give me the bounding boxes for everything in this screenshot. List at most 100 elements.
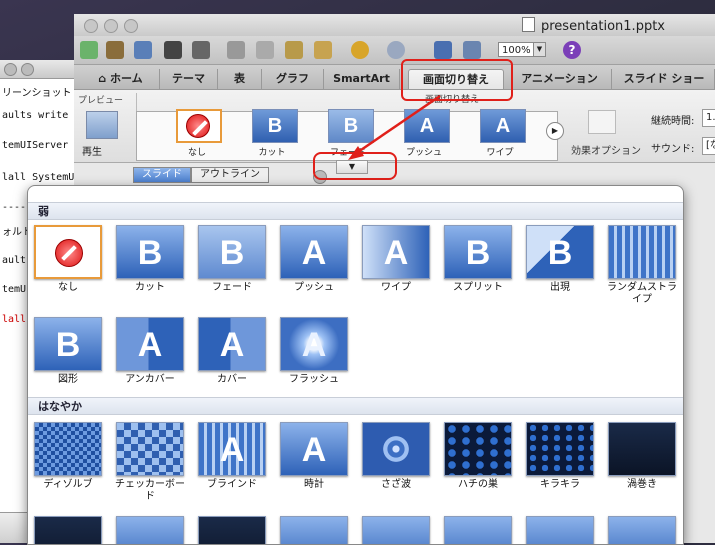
- transition-partial[interactable]: [524, 516, 596, 544]
- transition-partial[interactable]: [606, 516, 678, 544]
- transition-dissolve[interactable]: ディゾルブ: [32, 422, 104, 491]
- play-preview-icon[interactable]: [86, 111, 118, 139]
- transition-partial[interactable]: [196, 516, 268, 544]
- open-icon[interactable]: [134, 41, 152, 59]
- sound-select[interactable]: [なし]: [702, 137, 715, 155]
- tab-themes[interactable]: テーマ: [160, 69, 218, 89]
- transition-thumb: [444, 516, 512, 544]
- window-title-text: presentation1.pptx: [541, 19, 665, 34]
- effect-options-label: 効果オプション: [571, 146, 641, 157]
- transition-thumb: [34, 422, 102, 476]
- terminal-line: aults write c: [2, 110, 81, 121]
- a-glyph-icon: A: [301, 234, 327, 272]
- terminal-line: リーンショット: [2, 88, 72, 99]
- chevron-down-icon[interactable]: ▼: [533, 43, 545, 56]
- transition-cover[interactable]: A カバー: [196, 317, 268, 386]
- transition-flash[interactable]: A フラッシュ: [278, 317, 350, 386]
- transition-thumb: B: [526, 225, 594, 279]
- tab-home[interactable]: ⌂ ホーム: [82, 69, 160, 89]
- transition-blinds[interactable]: A ブラインド: [196, 422, 268, 491]
- transition-partial[interactable]: [360, 516, 432, 544]
- transition-label: キラキラ: [540, 479, 580, 490]
- transition-partial[interactable]: [442, 516, 514, 544]
- transition-thumb: B: [34, 317, 102, 371]
- transition-label: カット: [135, 282, 165, 293]
- zoom-button[interactable]: [124, 19, 138, 33]
- transition-clock[interactable]: A 時計: [278, 422, 350, 491]
- transition-thumb: [526, 422, 594, 476]
- tab-label: ホーム: [110, 72, 143, 85]
- format-painter-icon[interactable]: [314, 41, 332, 59]
- ribbon-thumb-cut[interactable]: B: [252, 109, 298, 143]
- slide-sorter-icon[interactable]: [463, 41, 481, 59]
- transition-checkerboard[interactable]: チェッカーボード: [114, 422, 186, 503]
- preview-group: プレビュー 再生: [74, 93, 137, 159]
- transition-ripple[interactable]: さざ波: [360, 422, 432, 491]
- transition-partial[interactable]: [278, 516, 350, 544]
- a-glyph-icon: A: [301, 326, 327, 364]
- paste-icon[interactable]: [285, 41, 303, 59]
- transition-shape[interactable]: B 図形: [32, 317, 104, 386]
- tab-slides[interactable]: スライド: [133, 167, 191, 183]
- transition-label: 出現: [550, 282, 570, 293]
- transition-label: 図形: [58, 374, 78, 385]
- gallery-next-icon[interactable]: ▶: [546, 122, 564, 140]
- close-button[interactable]: [84, 19, 98, 33]
- document-icon: [522, 17, 535, 32]
- transition-fade[interactable]: B フェード: [196, 225, 268, 294]
- transition-partial[interactable]: [32, 516, 104, 544]
- section-header-exciting: はなやか: [28, 397, 683, 415]
- cut-icon[interactable]: [227, 41, 245, 59]
- tab-animations[interactable]: アニメーション: [508, 69, 612, 89]
- transition-push[interactable]: A プッシュ: [278, 225, 350, 294]
- transition-thumb: [444, 422, 512, 476]
- save-icon[interactable]: [164, 41, 182, 59]
- transition-label: 渦巻き: [627, 479, 657, 490]
- tab-slideshow[interactable]: スライド ショー: [614, 69, 715, 89]
- copy-icon[interactable]: [256, 41, 274, 59]
- zoom-select[interactable]: 100% ▼: [498, 42, 546, 57]
- ribbon-thumb-label: ワイプ: [486, 148, 514, 158]
- tab-tables[interactable]: 表: [218, 69, 262, 89]
- undo-icon[interactable]: [351, 41, 369, 59]
- play-label: 再生: [82, 147, 102, 158]
- tab-outline[interactable]: アウトライン: [191, 167, 269, 183]
- transition-wipe[interactable]: A ワイプ: [360, 225, 432, 294]
- terminal-minimize-button[interactable]: [21, 63, 34, 76]
- tab-smartart[interactable]: SmartArt: [324, 69, 400, 89]
- transition-label: チェッカーボード: [115, 479, 185, 502]
- transition-cut[interactable]: B カット: [114, 225, 186, 294]
- redo-icon[interactable]: [387, 41, 405, 59]
- transition-random-bars[interactable]: ランダムストライプ: [606, 225, 678, 306]
- transition-split[interactable]: B スプリット: [442, 225, 514, 294]
- transition-thumb: B: [444, 225, 512, 279]
- transition-none[interactable]: なし: [32, 225, 104, 294]
- minimize-button[interactable]: [104, 19, 118, 33]
- transition-thumb: A: [198, 422, 266, 476]
- terminal-close-button[interactable]: [4, 63, 17, 76]
- slide-layout-icon[interactable]: [434, 41, 452, 59]
- help-button[interactable]: ?: [563, 41, 581, 59]
- transition-partial[interactable]: [114, 516, 186, 544]
- new-icon[interactable]: [80, 41, 98, 59]
- print-icon[interactable]: [192, 41, 210, 59]
- transition-label: フラッシュ: [289, 374, 339, 385]
- transition-glitter[interactable]: キラキラ: [524, 422, 596, 491]
- transition-thumb: [362, 516, 430, 544]
- b-glyph-icon: B: [547, 234, 573, 272]
- tab-charts[interactable]: グラフ: [262, 69, 324, 89]
- pane-tabs: スライド アウトライン: [133, 167, 269, 183]
- transition-thumb: A: [280, 317, 348, 371]
- transition-vortex[interactable]: 渦巻き: [606, 422, 678, 491]
- effect-options-icon[interactable]: [588, 110, 616, 134]
- gallery-icon[interactable]: [106, 41, 124, 59]
- transition-thumb: A: [116, 317, 184, 371]
- transition-uncover[interactable]: A アンカバー: [114, 317, 186, 386]
- ribbon-thumb-none[interactable]: [176, 109, 222, 143]
- b-glyph-icon: B: [137, 234, 163, 272]
- transition-honeycomb[interactable]: ハチの巣: [442, 422, 514, 491]
- ribbon-thumb-wipe[interactable]: A: [480, 109, 526, 143]
- duration-input[interactable]: 1.00: [702, 109, 715, 127]
- transition-reveal[interactable]: B 出現: [524, 225, 596, 294]
- transition-label: スプリット: [453, 282, 503, 293]
